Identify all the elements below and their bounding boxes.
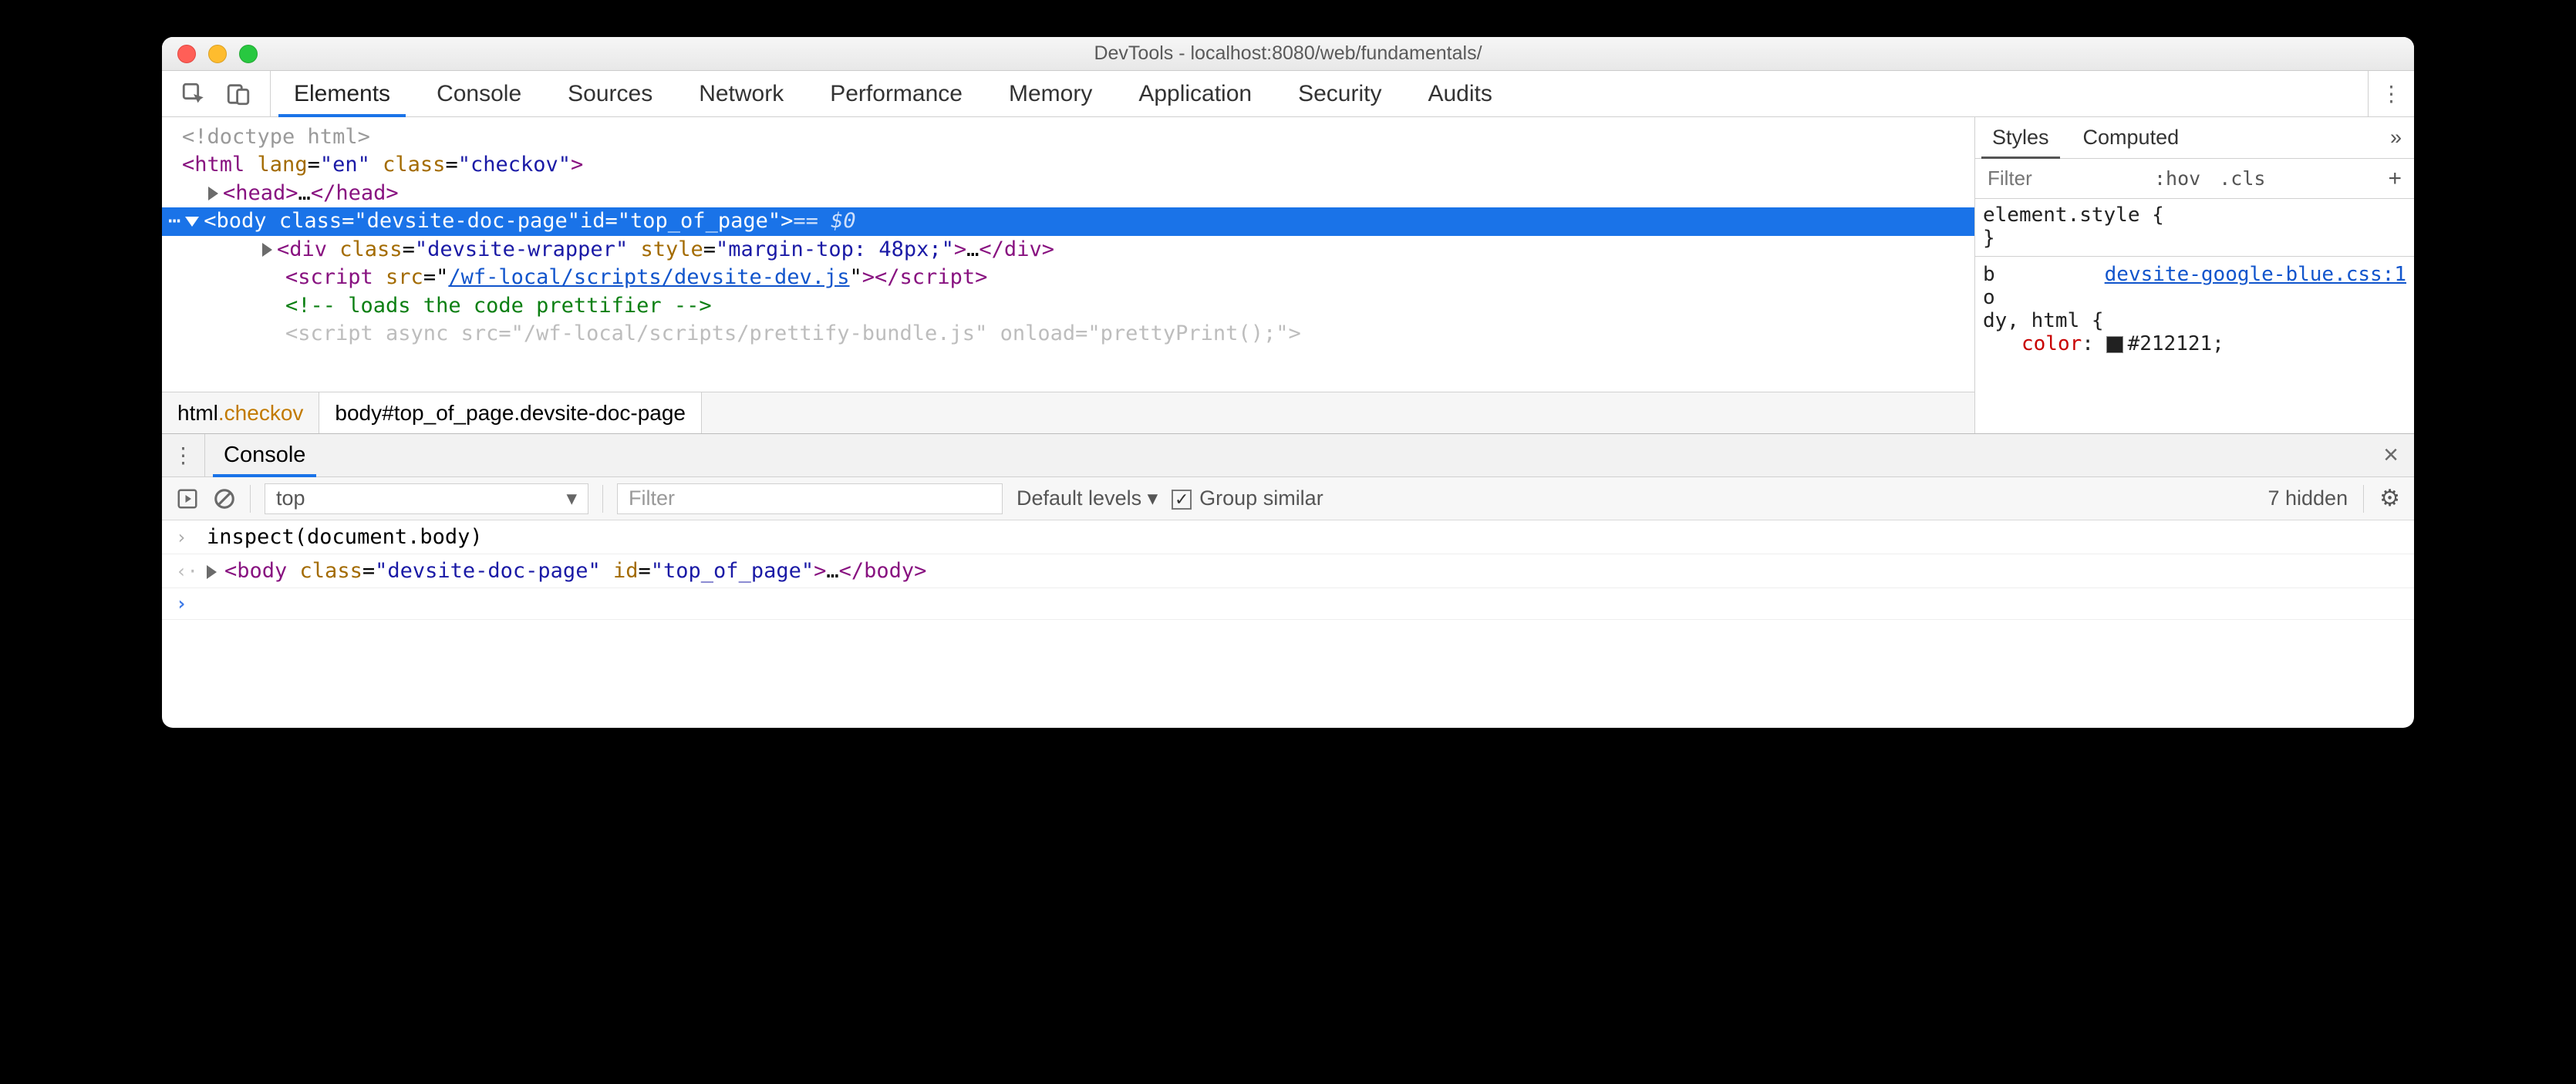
more-tabs-button[interactable]: »: [2378, 117, 2414, 158]
console-input-line[interactable]: › inspect(document.body): [162, 520, 2414, 554]
group-similar-toggle[interactable]: ✓Group similar: [1172, 486, 1323, 510]
main-toolbar: Elements Console Sources Network Perform…: [162, 71, 2414, 117]
console-settings-icon[interactable]: ⚙: [2379, 485, 2400, 512]
dom-script2[interactable]: <script async src="/wf-local/scripts/pre…: [162, 320, 1974, 348]
crumb-html[interactable]: html.checkov: [162, 392, 319, 433]
inspect-element-icon[interactable]: [180, 81, 207, 107]
dom-wrapper[interactable]: <div class="devsite-wrapper" style="marg…: [162, 236, 1974, 264]
log-levels-selector[interactable]: Default levels ▾: [1017, 486, 1158, 510]
tab-network[interactable]: Network: [676, 71, 807, 116]
dom-script1[interactable]: <script src="/wf-local/scripts/devsite-d…: [162, 264, 1974, 291]
style-rules[interactable]: element.style { } b devsite-google-blue.…: [1975, 199, 2414, 360]
hidden-count[interactable]: 7 hidden: [2267, 486, 2348, 510]
css-declaration[interactable]: color: #212121;: [1983, 332, 2406, 355]
expand-icon[interactable]: [208, 187, 218, 200]
stylesheet-link[interactable]: devsite-google-blue.css:1: [2105, 263, 2406, 286]
elements-panel: <!doctype html> <html lang="en" class="c…: [162, 117, 2414, 433]
tab-application[interactable]: Application: [1115, 71, 1275, 116]
dom-body-selected[interactable]: ⋯ <body class="devsite-doc-page" id="top…: [162, 207, 1974, 235]
dom-html[interactable]: <html lang="en" class="checkov">: [162, 151, 1974, 179]
clear-console-icon[interactable]: [213, 487, 236, 510]
console-prompt[interactable]: ›: [162, 588, 2414, 620]
rule-element-style[interactable]: element.style {: [1983, 204, 2406, 227]
hov-toggle[interactable]: :hov: [2145, 167, 2210, 190]
drawer-tab-console[interactable]: Console: [205, 434, 324, 476]
cls-toggle[interactable]: .cls: [2210, 167, 2274, 190]
context-selector[interactable]: top▾: [265, 483, 588, 514]
new-style-rule-button[interactable]: +: [2375, 166, 2414, 192]
styles-tab[interactable]: Styles: [1975, 117, 2066, 158]
dom-head[interactable]: <head>…</head>: [162, 180, 1974, 207]
styles-filter-input[interactable]: [1975, 167, 2145, 190]
tab-performance[interactable]: Performance: [807, 71, 986, 116]
expand-icon[interactable]: [207, 565, 217, 579]
tab-console[interactable]: Console: [413, 71, 545, 116]
dom-tree[interactable]: <!doctype html> <html lang="en" class="c…: [162, 117, 1974, 433]
collapse-icon[interactable]: [185, 217, 199, 227]
tab-audits[interactable]: Audits: [1404, 71, 1515, 116]
styles-pane: Styles Computed » :hov .cls + element.st…: [1974, 117, 2414, 433]
main-menu-button[interactable]: [2368, 71, 2414, 116]
device-toolbar-icon[interactable]: [225, 81, 251, 107]
console-filter-input[interactable]: Filter: [617, 483, 1003, 514]
crumb-body[interactable]: body#top_of_page.devsite-doc-page: [319, 392, 702, 433]
expand-icon[interactable]: [262, 243, 272, 257]
checkbox-checked-icon: ✓: [1172, 490, 1192, 510]
color-swatch[interactable]: [2106, 336, 2123, 353]
dom-doctype[interactable]: <!doctype html>: [162, 123, 1974, 151]
window-title: DevTools - localhost:8080/web/fundamenta…: [162, 42, 2414, 65]
tab-security[interactable]: Security: [1275, 71, 1404, 116]
tab-elements[interactable]: Elements: [271, 71, 413, 116]
kebab-icon: [173, 443, 194, 469]
titlebar: DevTools - localhost:8080/web/fundamenta…: [162, 37, 2414, 71]
console-output[interactable]: › inspect(document.body) ‹· <body class=…: [162, 520, 2414, 620]
devtools-window: DevTools - localhost:8080/web/fundamenta…: [162, 37, 2414, 728]
tab-memory[interactable]: Memory: [986, 71, 1115, 116]
drawer-menu-button[interactable]: [162, 434, 205, 476]
computed-tab[interactable]: Computed: [2066, 117, 2197, 158]
console-toolbar: top▾ Filter Default levels ▾ ✓Group simi…: [162, 477, 2414, 520]
execute-icon[interactable]: [176, 487, 199, 510]
console-drawer: Console × top▾ Filter Default levels ▾ ✓…: [162, 433, 2414, 728]
close-drawer-button[interactable]: ×: [2368, 434, 2414, 476]
kebab-icon: [2381, 81, 2402, 107]
console-result-line[interactable]: ‹· <body class="devsite-doc-page" id="to…: [162, 554, 2414, 588]
tab-sources[interactable]: Sources: [545, 71, 676, 116]
dom-comment[interactable]: <!-- loads the code prettifier -->: [162, 292, 1974, 320]
breadcrumb-trail: html.checkov body#top_of_page.devsite-do…: [162, 392, 1974, 433]
main-tabs: Elements Console Sources Network Perform…: [271, 71, 1516, 116]
